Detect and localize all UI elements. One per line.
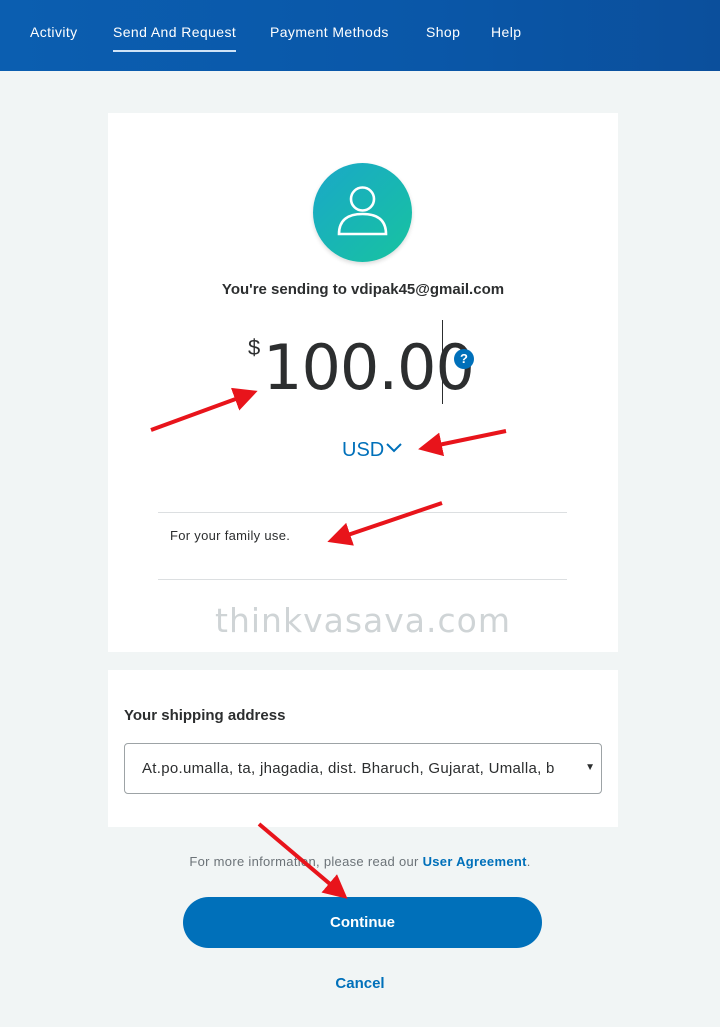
agreement-prefix: For more information, please read our: [189, 854, 423, 869]
caret-down-icon: ▼: [585, 762, 595, 773]
send-money-card: You're sending to vdipak45@gmail.com $ 1…: [108, 113, 618, 652]
nav-item-shop[interactable]: Shop: [426, 24, 460, 40]
currency-code: USD: [342, 439, 385, 461]
chevron-down-icon: [386, 443, 402, 453]
shipping-address-select[interactable]: At.po.umalla, ta, jhagadia, dist. Bharuc…: [124, 743, 602, 794]
question-circle-icon[interactable]: ?: [454, 349, 474, 369]
shipping-address-label: Your shipping address: [124, 707, 286, 724]
shipping-address-value: At.po.umalla, ta, jhagadia, dist. Bharuc…: [142, 760, 555, 777]
currency-dropdown[interactable]: USD: [342, 439, 402, 462]
note-field[interactable]: For your family use.: [158, 512, 567, 580]
nav-item-payment-methods[interactable]: Payment Methods: [270, 24, 389, 40]
nav-item-send-and-request[interactable]: Send And Request: [113, 24, 237, 52]
watermark: thinkvasava.com: [215, 601, 511, 640]
recipient-text: You're sending to vdipak45@gmail.com: [221, 281, 505, 298]
user-agreement-link[interactable]: User Agreement: [423, 854, 527, 869]
note-text: For your family use.: [170, 528, 291, 543]
nav-item-help[interactable]: Help: [491, 24, 521, 40]
agreement-suffix: .: [526, 854, 531, 869]
nav-item-activity[interactable]: Activity: [30, 24, 78, 40]
shipping-card: Your shipping address At.po.umalla, ta, …: [108, 670, 618, 827]
currency-symbol: $: [248, 335, 261, 360]
recipient-avatar: [313, 163, 412, 262]
agreement-text: For more information, please read our Us…: [0, 854, 720, 869]
text-cursor: [442, 320, 443, 404]
cancel-link[interactable]: Cancel: [0, 975, 720, 992]
top-navigation: Activity Send And Request Payment Method…: [0, 0, 720, 71]
user-silhouette-icon: [337, 186, 388, 236]
continue-button[interactable]: Continue: [183, 897, 542, 948]
